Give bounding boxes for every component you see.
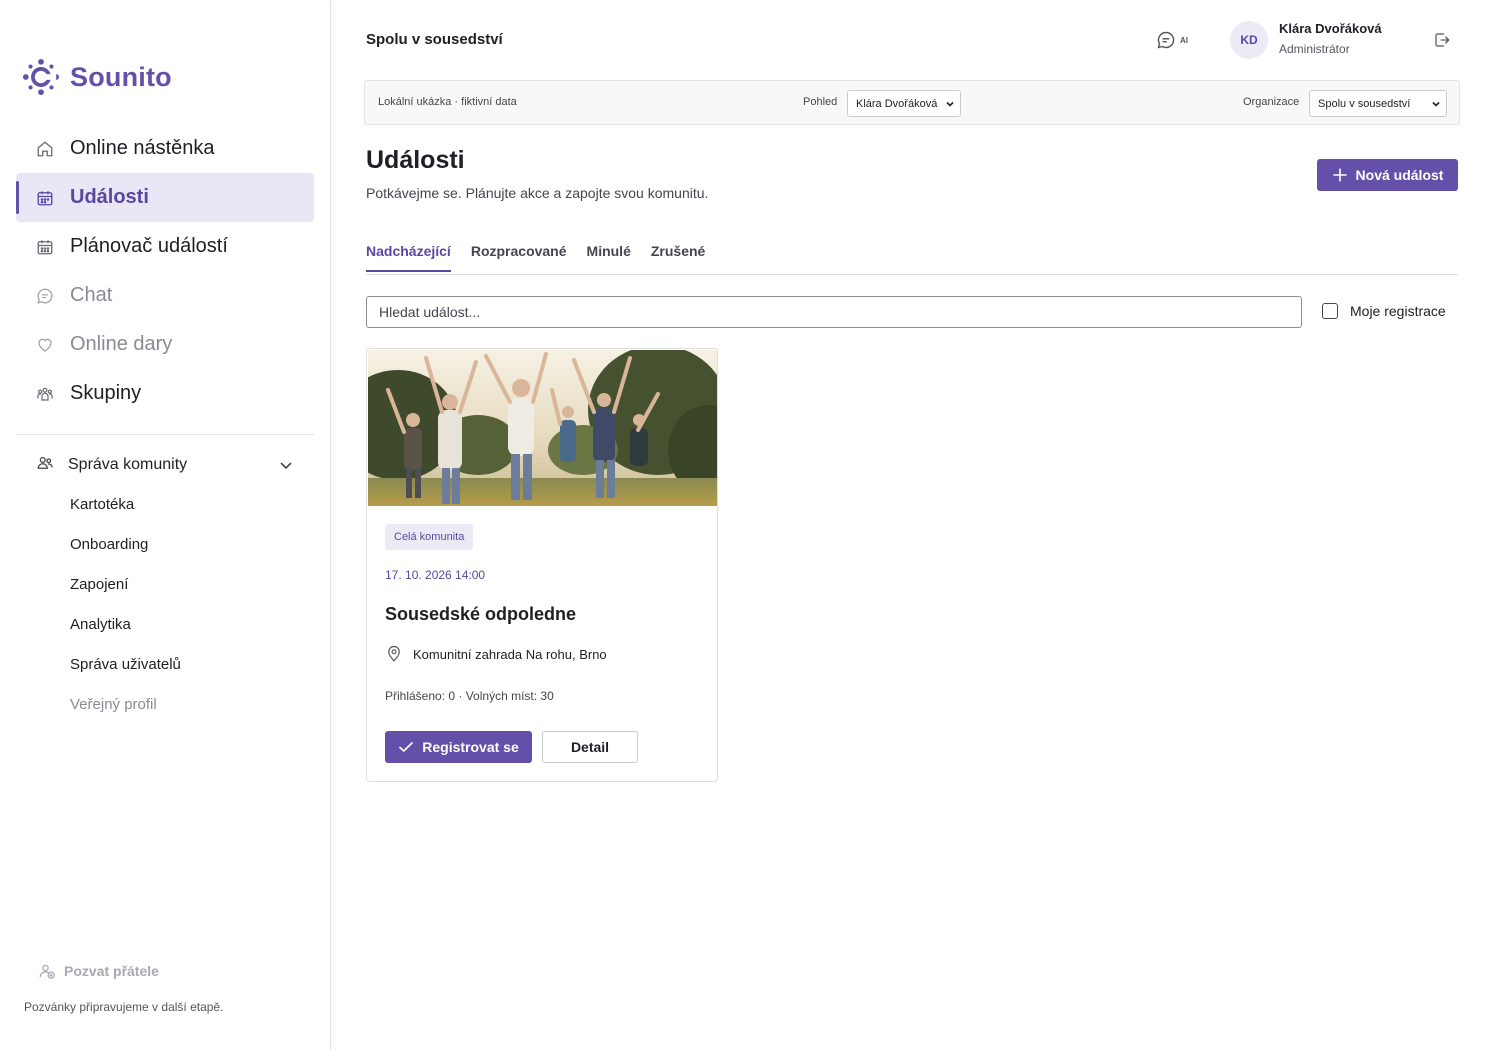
nav-label: Plánovač událostí <box>70 235 228 257</box>
nav-label: Online nástěnka <box>70 137 215 159</box>
org-select[interactable]: Spolu v sousedství <box>1309 90 1447 117</box>
event-location-text: Komunitní zahrada Na rohu, Brno <box>413 646 607 662</box>
tab-minule[interactable]: Minulé <box>587 243 631 272</box>
invite-note: Pozvánky připravujeme v další etapě. <box>24 1000 224 1014</box>
org-select-value: Spolu v sousedství <box>1318 97 1411 110</box>
brand-logo[interactable]: Sounito <box>22 58 172 96</box>
home-icon <box>36 140 54 158</box>
chevron-down-icon <box>1432 101 1440 107</box>
event-card[interactable]: Celá komunita 17. 10. 2026 14:00 Souseds… <box>366 348 718 782</box>
nav-label: Online dary <box>70 333 173 355</box>
org-title: Spolu v sousedství <box>366 31 503 48</box>
tabs-divider <box>366 274 1458 275</box>
my-registrations-checkbox[interactable] <box>1322 303 1338 319</box>
sidebar: Sounito Online nástěnka Události Plánova… <box>0 0 331 1050</box>
section-sprava-komunity[interactable]: Správa komunity <box>16 449 314 481</box>
context-bar: Lokální ukázka · fiktivní data Pohled Kl… <box>364 80 1460 125</box>
user-role: Administrátor <box>1279 42 1350 56</box>
location-pin-icon <box>388 645 400 662</box>
logout-icon[interactable] <box>1433 31 1451 49</box>
event-stats: Přihlášeno: 0 · Volných míst: 30 <box>385 689 554 703</box>
users-icon <box>36 454 54 477</box>
new-event-button[interactable]: Nová událost <box>1317 159 1458 191</box>
chevron-down-icon[interactable] <box>278 457 294 473</box>
new-event-label: Nová událost <box>1355 167 1444 183</box>
audience-badge: Celá komunita <box>385 524 474 550</box>
view-select-value: Klára Dvořáková <box>856 97 938 110</box>
tab-nadchazejici[interactable]: Nadcházející <box>366 243 451 272</box>
nav-label: Skupiny <box>70 382 142 404</box>
sub-item-kartoteka[interactable]: Kartotéka <box>70 484 181 524</box>
sub-item-sprava-uzivatelu[interactable]: Správa uživatelů <box>70 644 181 684</box>
plus-icon <box>1333 168 1347 182</box>
user-name: Klára Dvořáková <box>1279 21 1382 36</box>
logo-icon <box>22 58 60 96</box>
nav-item-online-nastenka[interactable]: Online nástěnka <box>16 124 314 173</box>
sub-item-analytika[interactable]: Analytika <box>70 604 181 644</box>
calendar-grid-icon <box>36 238 54 256</box>
page-subtitle: Potkávejme se. Plánujte akce a zapojte s… <box>366 185 709 201</box>
ai-label: AI <box>1180 35 1188 45</box>
search-input[interactable]: Hledat událost... <box>366 296 1302 328</box>
nav-item-online-dary[interactable]: Online dary <box>16 320 314 369</box>
event-location: Komunitní zahrada Na rohu, Brno <box>385 645 607 663</box>
ai-chat-button[interactable]: AI <box>1156 30 1188 50</box>
nav-divider <box>16 434 314 435</box>
sub-item-onboarding[interactable]: Onboarding <box>70 524 181 564</box>
chevron-down-icon <box>946 101 954 107</box>
sub-item-verejny-profil[interactable]: Veřejný profil <box>70 684 181 724</box>
group-icon <box>36 385 54 403</box>
invite-friends-button[interactable]: Pozvat přátele <box>38 962 159 980</box>
ai-chat-icon <box>1157 31 1175 49</box>
view-label: Pohled <box>803 96 838 108</box>
view-select[interactable]: Klára Dvořáková <box>847 90 961 117</box>
section-label: Správa komunity <box>68 456 188 473</box>
nav-label: Chat <box>70 284 113 306</box>
chat-icon <box>36 287 54 305</box>
brand-name: Sounito <box>70 61 172 92</box>
sub-item-zapojeni[interactable]: Zapojení <box>70 564 181 604</box>
nav-item-skupiny[interactable]: Skupiny <box>16 369 314 418</box>
demo-note: Lokální ukázka · fiktivní data <box>378 96 517 108</box>
register-label: Registrovat se <box>422 739 519 755</box>
invite-label: Pozvat přátele <box>64 963 159 979</box>
my-registrations-toggle[interactable]: Moje registrace <box>1322 303 1446 319</box>
page-title: Události <box>366 146 465 174</box>
main-nav: Online nástěnka Události Plánovač událos… <box>16 124 314 418</box>
tab-rozpracovane[interactable]: Rozpracované <box>471 243 567 272</box>
nav-item-chat[interactable]: Chat <box>16 271 314 320</box>
calendar-icon <box>36 189 54 207</box>
register-button[interactable]: Registrovat se <box>385 731 532 763</box>
avatar[interactable]: KD <box>1230 21 1268 59</box>
add-user-icon <box>39 964 55 979</box>
event-title[interactable]: Sousedské odpoledne <box>385 604 576 625</box>
my-registrations-label: Moje registrace <box>1350 303 1446 319</box>
detail-button[interactable]: Detail <box>542 731 638 763</box>
nav-item-udalosti[interactable]: Události <box>16 173 314 222</box>
nav-label: Události <box>70 186 149 208</box>
check-icon <box>399 742 414 752</box>
sub-nav: Kartotéka Onboarding Zapojení Analytika … <box>70 484 181 724</box>
org-label: Organizace <box>1243 96 1300 108</box>
heart-icon <box>36 336 54 354</box>
event-date: 17. 10. 2026 14:00 <box>385 568 486 582</box>
nav-item-planovac-udalosti[interactable]: Plánovač událostí <box>16 222 314 271</box>
event-image <box>368 350 717 506</box>
event-tabs: Nadcházející Rozpracované Minulé Zrušené <box>366 243 705 272</box>
search-placeholder: Hledat událost... <box>379 304 481 320</box>
tab-zrusene[interactable]: Zrušené <box>651 243 705 272</box>
